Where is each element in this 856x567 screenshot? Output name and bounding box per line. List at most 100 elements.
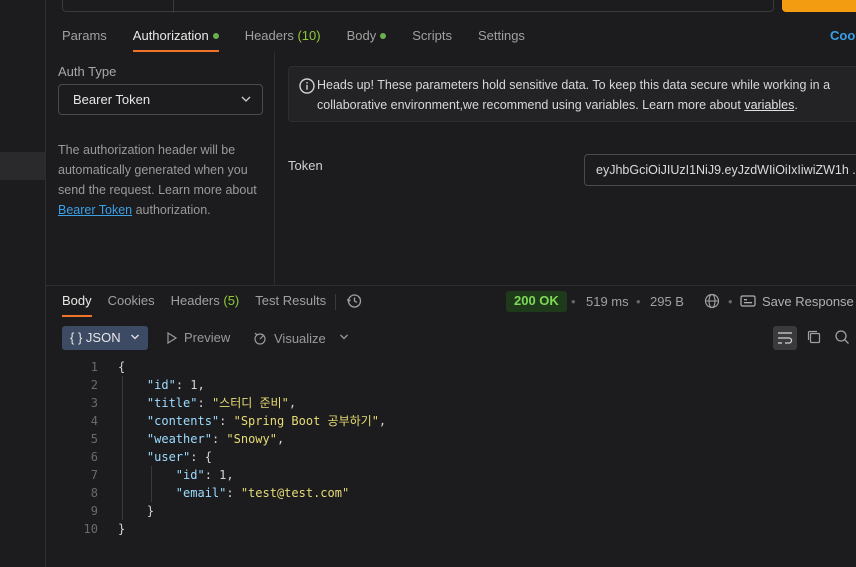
line-number: 9 bbox=[90, 504, 98, 518]
bearer-token-link[interactable]: Bearer Token bbox=[58, 203, 132, 217]
json-string: "스터디 준비" bbox=[211, 396, 289, 410]
json-string: "Snowy" bbox=[226, 432, 277, 446]
status-badge[interactable]: 200 OK bbox=[506, 291, 567, 312]
code-line: 8 "email": "test@test.com" bbox=[46, 484, 856, 502]
code-punct: , bbox=[288, 396, 297, 410]
tab-headers[interactable]: Headers (10) bbox=[245, 26, 321, 52]
braces-icon: { } bbox=[70, 330, 83, 345]
tab-response-cookies-label: Cookies bbox=[107, 293, 155, 308]
history-icon[interactable] bbox=[346, 293, 362, 309]
preview-label: Preview bbox=[184, 330, 231, 345]
code-line: 1{ bbox=[46, 358, 856, 376]
notice-text: Heads up! These parameters hold sensitiv… bbox=[317, 75, 856, 115]
code-line: 7 "id": 1, bbox=[46, 466, 856, 484]
search-icon[interactable] bbox=[834, 329, 850, 345]
code-punct: : { bbox=[190, 450, 212, 464]
play-icon bbox=[167, 331, 178, 345]
auth-description-text: The authorization header will be automat… bbox=[58, 143, 257, 197]
sidebar-selected-item[interactable] bbox=[0, 152, 45, 180]
format-value: JSON bbox=[85, 330, 121, 345]
response-size[interactable]: 295 B bbox=[650, 294, 684, 309]
format-select[interactable]: { } JSON bbox=[62, 326, 148, 350]
line-number: 3 bbox=[90, 396, 98, 410]
tab-scripts-label: Scripts bbox=[412, 28, 452, 43]
wrap-icon bbox=[778, 332, 793, 344]
token-input[interactable]: eyJhbGciOiJIUzI1NiJ9.eyJzdWIiOiIxIiwiZW1… bbox=[584, 154, 856, 186]
tab-test-results-label: Test Results bbox=[255, 293, 327, 308]
tabs-separator bbox=[335, 294, 336, 310]
indent-guide bbox=[122, 376, 123, 520]
auth-description: The authorization header will be automat… bbox=[58, 140, 270, 220]
line-number: 7 bbox=[90, 468, 98, 482]
meta-separator: • bbox=[728, 294, 733, 309]
json-string: "test@test.com" bbox=[240, 486, 350, 500]
variables-link[interactable]: variables bbox=[744, 98, 794, 112]
code-punct: : bbox=[226, 486, 241, 500]
response-headers-count: (5) bbox=[223, 293, 240, 308]
tab-authorization[interactable]: Authorization bbox=[132, 26, 219, 52]
tab-response-headers[interactable]: Headers (5) bbox=[171, 293, 240, 317]
visualize-label: Visualize bbox=[274, 331, 326, 346]
line-number: 6 bbox=[90, 450, 98, 464]
line-number: 2 bbox=[90, 378, 98, 392]
tab-headers-label: Headers bbox=[244, 28, 294, 43]
tab-params[interactable]: Params bbox=[62, 26, 107, 52]
line-number: 8 bbox=[90, 486, 98, 500]
json-key: "email" bbox=[175, 486, 227, 500]
tab-settings-label: Settings bbox=[477, 28, 525, 43]
tab-response-body[interactable]: Body bbox=[62, 293, 92, 317]
code-punct: } bbox=[118, 522, 126, 536]
response-tabs: Body Cookies Headers (5) Test Results bbox=[62, 293, 342, 317]
indent-guide bbox=[151, 466, 152, 502]
auth-type-value: Bearer Token bbox=[73, 92, 151, 107]
tab-response-cookies[interactable]: Cookies bbox=[108, 293, 155, 317]
code-punct: : bbox=[211, 432, 227, 446]
preview-button[interactable]: Preview bbox=[166, 330, 230, 345]
save-response-icon bbox=[740, 295, 756, 307]
tab-scripts[interactable]: Scripts bbox=[412, 26, 452, 52]
response-body-editor[interactable]: 1{ 2 "id": 1, 3 "title": "스터디 준비", 4 "co… bbox=[46, 358, 856, 538]
json-key: "weather" bbox=[146, 432, 212, 446]
send-button[interactable] bbox=[782, 0, 856, 12]
line-number: 10 bbox=[83, 522, 98, 536]
tab-params-label: Params bbox=[62, 28, 107, 43]
code-punct: : bbox=[219, 414, 234, 428]
code-punct: : bbox=[175, 378, 191, 392]
json-key: "id" bbox=[146, 378, 176, 392]
code-punct: , bbox=[226, 468, 234, 482]
collections-sidebar bbox=[0, 0, 46, 567]
tab-response-headers-label: Headers bbox=[170, 293, 220, 308]
meta-separator: • bbox=[571, 294, 576, 309]
auth-type-select[interactable]: Bearer Token bbox=[58, 84, 263, 115]
notice-end: . bbox=[794, 98, 798, 112]
json-key: "contents" bbox=[146, 414, 220, 428]
url-input[interactable] bbox=[62, 0, 774, 13]
globe-icon[interactable] bbox=[704, 293, 720, 309]
auth-type-label: Auth Type bbox=[58, 64, 117, 79]
tab-response-body-label: Body bbox=[62, 293, 92, 308]
headers-count: (10) bbox=[297, 28, 321, 43]
status-dot bbox=[212, 33, 219, 39]
save-response-button[interactable]: Save Response bbox=[740, 294, 854, 309]
tab-test-results[interactable]: Test Results bbox=[255, 293, 326, 317]
chevron-down-icon bbox=[131, 334, 139, 340]
copy-icon[interactable] bbox=[806, 329, 822, 345]
line-number: 5 bbox=[90, 432, 98, 446]
json-key: "user" bbox=[146, 450, 191, 464]
code-punct: : bbox=[204, 468, 220, 482]
tab-settings[interactable]: Settings bbox=[478, 26, 525, 52]
method-divider bbox=[173, 0, 174, 13]
visualize-button[interactable]: Visualize bbox=[252, 330, 326, 346]
json-number: 1 bbox=[190, 378, 198, 392]
code-punct: } bbox=[118, 504, 155, 518]
wrap-lines-button[interactable] bbox=[773, 326, 797, 350]
code-line: 4 "contents": "Spring Boot 공부하기", bbox=[46, 412, 856, 430]
visualize-icon bbox=[254, 332, 266, 345]
tab-authorization-label: Authorization bbox=[132, 28, 209, 43]
cookies-link[interactable]: Cook bbox=[830, 28, 856, 43]
token-label: Token bbox=[288, 158, 323, 173]
tab-body[interactable]: Body bbox=[347, 26, 387, 52]
response-time[interactable]: 519 ms bbox=[586, 294, 629, 309]
chevron-down-icon[interactable] bbox=[339, 332, 349, 342]
